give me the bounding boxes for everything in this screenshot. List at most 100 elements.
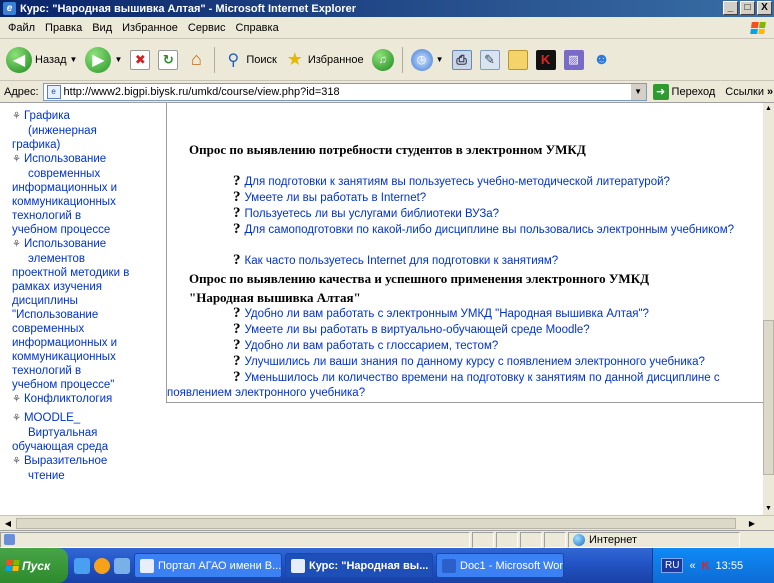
menu-bar: Файл Правка Вид Избранное Сервис Справка: [0, 17, 774, 39]
horizontal-scrollbar[interactable]: ◀ ▶: [0, 515, 774, 530]
survey-link[interactable]: ? Для подготовки к занятиям вы пользуетес…: [233, 174, 670, 190]
title-bar[interactable]: e Курс: "Народная вышивка Алтая" - Micro…: [0, 0, 774, 17]
ie-icon: e: [3, 2, 16, 15]
edit-icon: ✎: [479, 49, 500, 70]
course-item[interactable]: ⚘ Графика (инженерная графика): [12, 109, 152, 152]
question-icon: ?: [233, 205, 241, 221]
address-field[interactable]: e ▼: [42, 82, 647, 101]
home-button[interactable]: ⌂: [184, 44, 208, 76]
course-item[interactable]: ⚘ Конфликтология: [12, 392, 152, 407]
stop-icon: ✖: [130, 49, 151, 70]
survey-link[interactable]: ? Как часто пользуетесь Internet для подг…: [233, 253, 558, 269]
folder-button[interactable]: [506, 44, 530, 76]
k-tray-icon[interactable]: K: [702, 560, 710, 572]
course-item[interactable]: ⚘ Выразительное чтение: [12, 454, 152, 483]
menu-file[interactable]: Файл: [3, 22, 40, 34]
scroll-right-icon[interactable]: ▶: [745, 517, 759, 530]
status-cell: [496, 531, 518, 548]
refresh-icon: ↻: [158, 49, 179, 70]
taskbar-item[interactable]: Портал АГАО имени В....: [134, 553, 282, 578]
taskbar: Пуск Портал АГАО имени В.... Курс: "Наро…: [0, 548, 774, 583]
favorites-button[interactable]: ★ Избранное: [283, 44, 366, 76]
course-item[interactable]: ⚘ MOODLE_ Виртуальная обучающая среда: [12, 411, 152, 454]
go-arrow-icon: ➜: [652, 83, 669, 100]
question-icon: ?: [233, 221, 241, 237]
stop-button[interactable]: ✖: [128, 44, 152, 76]
refresh-button[interactable]: ↻: [156, 44, 180, 76]
status-cell: [544, 531, 566, 548]
history-button[interactable]: ◷ ▼: [409, 44, 446, 76]
back-arrow-icon: ◀: [6, 46, 32, 73]
windows-logo-icon: [5, 560, 20, 571]
menu-favorites[interactable]: Избранное: [117, 22, 183, 34]
survey-link[interactable]: ? Умеете ли вы работать в Internet?: [233, 190, 426, 206]
forward-button[interactable]: ▶ ▼: [83, 44, 124, 76]
taskbar-item[interactable]: Doc1 - Microsoft Word: [436, 553, 564, 578]
media-quicklaunch-icon[interactable]: [94, 557, 110, 574]
go-button[interactable]: ➜ Переход: [652, 83, 715, 100]
course-item[interactable]: ⚘ Использование элементов проектной метод…: [12, 237, 152, 392]
vertical-scrollbar[interactable]: ▲ ▼: [763, 103, 774, 515]
status-text: [0, 531, 470, 548]
close-button[interactable]: X: [757, 1, 772, 15]
dropdown-arrow-icon: ▼: [69, 55, 78, 64]
research-button[interactable]: ▨: [562, 44, 586, 76]
print-button[interactable]: ⎙: [450, 44, 474, 76]
scroll-left-icon[interactable]: ◀: [1, 517, 15, 530]
address-dropdown-icon[interactable]: ▼: [629, 83, 646, 100]
back-button[interactable]: ◀ Назад ▼: [4, 44, 79, 76]
vertical-scroll-thumb[interactable]: [763, 320, 774, 475]
question-icon: ?: [233, 305, 241, 321]
question-icon: ?: [233, 189, 241, 205]
desktop-quicklaunch-icon[interactable]: [114, 557, 130, 574]
minimize-button[interactable]: _: [723, 1, 738, 15]
links-button[interactable]: Ссылки: [725, 86, 764, 98]
ie-task-icon: [291, 558, 305, 573]
horizontal-scroll-thumb[interactable]: [16, 518, 736, 529]
address-label: Адрес:: [4, 85, 39, 98]
question-icon: ?: [233, 252, 241, 268]
clock: 13:55: [715, 559, 744, 572]
messenger-button[interactable]: ☻: [590, 44, 614, 76]
start-button[interactable]: Пуск: [0, 548, 68, 583]
survey-link[interactable]: ? Уменьшилось ли количество времени на по…: [167, 370, 764, 401]
windows-logo-icon: [745, 19, 771, 37]
language-indicator[interactable]: RU: [661, 558, 684, 573]
edit-button[interactable]: ✎: [478, 44, 502, 76]
forward-arrow-icon: ▶: [85, 46, 112, 73]
menu-help[interactable]: Справка: [231, 22, 284, 34]
globe-icon: [573, 533, 585, 546]
chevron-left-icon[interactable]: «: [689, 560, 695, 572]
course-icon: ⚘: [12, 239, 21, 250]
k-button[interactable]: K: [534, 44, 558, 76]
chevron-right-icon[interactable]: »: [767, 86, 773, 98]
course-icon: ⚘: [12, 111, 21, 122]
survey-link[interactable]: ? Для самоподготовки по какой-либо дисцип…: [189, 222, 749, 238]
page-content: ⚘ Графика (инженерная графика) ⚘ Использов…: [0, 103, 774, 530]
ie-quicklaunch-icon[interactable]: [74, 557, 90, 574]
survey-link[interactable]: ? Улучшились ли ваши знания по данному ку…: [233, 354, 705, 370]
survey-link[interactable]: ? Пользуетесь ли вы услугами библиотеки В…: [233, 206, 499, 222]
security-zone: Интернет: [568, 531, 740, 548]
maximize-button[interactable]: □: [740, 1, 755, 15]
scroll-up-icon[interactable]: ▲: [763, 103, 774, 115]
survey-link[interactable]: ? Удобно ли вам работать с глоссарием, те…: [233, 338, 498, 354]
survey-heading: Опрос по выявлению потребности студентов…: [189, 142, 586, 157]
taskbar-item-active[interactable]: Курс: "Народная вы...: [285, 553, 433, 578]
menu-edit[interactable]: Правка: [40, 22, 87, 34]
survey-section: Опрос по выявлению потребности студентов…: [166, 103, 763, 403]
menu-view[interactable]: Вид: [87, 22, 117, 34]
survey-link[interactable]: ? Умеете ли вы работать в виртуально-обуч…: [233, 322, 590, 338]
search-button[interactable]: ⚲ Поиск: [221, 44, 278, 76]
messenger-icon: ☻: [593, 50, 610, 68]
toolbar: ◀ Назад ▼ ▶ ▼ ✖ ↻ ⌂ ⚲ Поиск ★ Избранное …: [0, 39, 774, 81]
window-title: Курс: "Народная вышивка Алтая" - Microso…: [20, 2, 356, 15]
url-input[interactable]: [63, 85, 624, 98]
course-item[interactable]: ⚘ Использование современных информационны…: [12, 152, 152, 237]
back-label: Назад: [35, 53, 67, 66]
survey-link[interactable]: ? Удобно ли вам работать с электронным УМ…: [233, 306, 649, 322]
research-icon: ▨: [563, 49, 584, 70]
scroll-down-icon[interactable]: ▼: [763, 503, 774, 515]
menu-tools[interactable]: Сервис: [183, 22, 231, 34]
media-button[interactable]: ♫: [370, 44, 396, 76]
